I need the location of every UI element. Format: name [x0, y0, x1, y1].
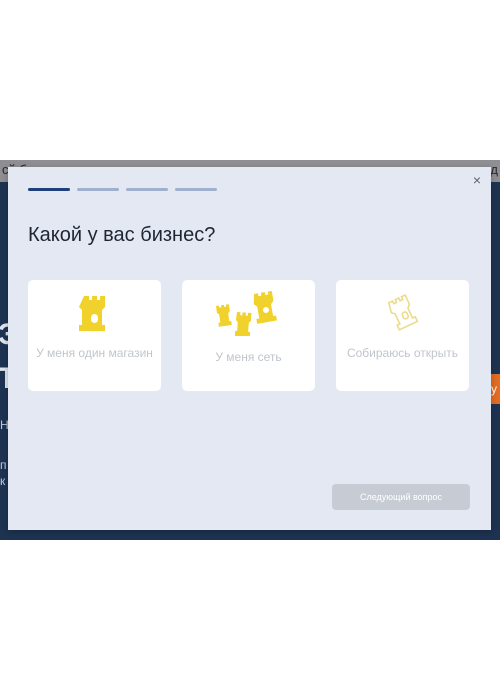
multiple-towers-icon	[216, 290, 277, 336]
progress-step	[77, 188, 119, 191]
progress-step-current	[28, 188, 70, 191]
progress-step	[126, 188, 168, 191]
option-label: Собираюсь открыть	[346, 346, 459, 360]
business-type-modal: × Какой у вас бизнес? У меня один магази…	[8, 167, 491, 530]
modal-title: Какой у вас бизнес?	[28, 224, 216, 246]
background-text-fragment: п	[0, 458, 7, 472]
business-options: У меня один магазин У меня сеть Собираюс…	[28, 280, 469, 391]
tower-outline-icon	[387, 294, 419, 331]
option-planning-to-open[interactable]: Собираюсь открыть	[336, 280, 469, 391]
next-question-button[interactable]: Следующий вопрос	[332, 484, 470, 510]
background-text-fragment: к	[0, 474, 6, 488]
progress-step	[175, 188, 217, 191]
option-chain-stores[interactable]: У меня сеть	[182, 280, 315, 391]
background-strip-text-right: д	[490, 162, 498, 177]
progress-indicator	[28, 188, 217, 191]
option-label: У меня сеть	[215, 350, 282, 364]
option-single-store[interactable]: У меня один магазин	[28, 280, 161, 391]
single-tower-icon	[79, 296, 105, 331]
option-label: У меня один магазин	[36, 346, 153, 360]
close-icon[interactable]: ×	[470, 173, 484, 187]
